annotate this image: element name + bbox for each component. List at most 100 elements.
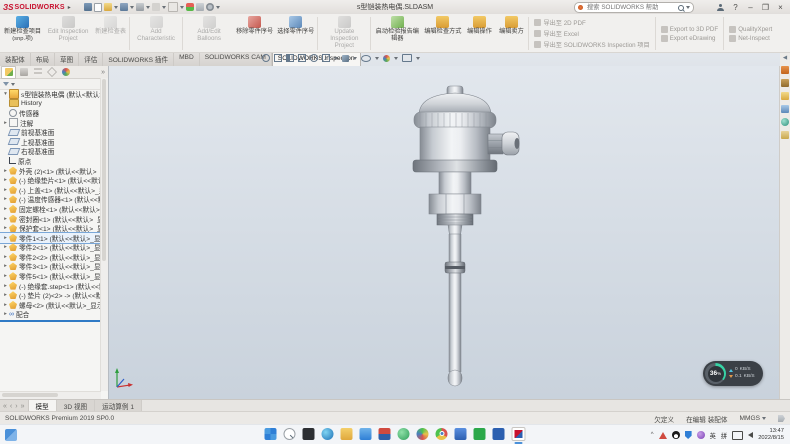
word-app-icon[interactable]	[493, 428, 505, 440]
explorer-slot[interactable]	[341, 428, 353, 443]
tray-expand-icon[interactable]: ^	[651, 432, 654, 438]
tree-vscroll-thumb[interactable]	[102, 79, 106, 261]
expander-icon[interactable]: ▸	[2, 283, 9, 289]
tree-item[interactable]: ▸(-) 上盖<1> (默认<<默认>_显示状	[0, 185, 101, 195]
tree-item-hovered[interactable]: ▸零件1<1> (默认<<默认>_显示状态	[0, 233, 101, 243]
tree-item[interactable]: ▸零件3<1> (默认<<默认>_显示状态	[0, 262, 101, 272]
tree-item[interactable]: ▸零件2<1> (默认<<默认>_显示状态	[0, 243, 101, 253]
tree-hscroll-thumb[interactable]	[2, 393, 58, 397]
home-icon[interactable]	[84, 3, 92, 11]
first-tab-icon[interactable]: «	[3, 403, 7, 410]
tree-vertical-scrollbar[interactable]	[100, 78, 108, 391]
chrome-slot[interactable]	[436, 428, 448, 443]
configuration-manager-tab[interactable]	[31, 67, 44, 78]
print-icon[interactable]	[136, 3, 144, 11]
tab-addins[interactable]: SOLIDWORKS 插件	[103, 52, 174, 66]
design-library-icon[interactable]	[781, 79, 789, 87]
thermocouple-model[interactable]	[108, 66, 780, 399]
view-settings-icon[interactable]	[402, 54, 412, 62]
tree-item[interactable]: ▸零件5<1> (默认<<默认>_显示状态	[0, 271, 101, 281]
help-button[interactable]: ?	[728, 1, 743, 14]
property-manager-tab[interactable]	[17, 67, 30, 78]
edit-operations-button[interactable]: 编辑操作	[463, 15, 495, 52]
expander-icon[interactable]: ▸	[2, 196, 9, 202]
root-expander-icon[interactable]: ▾	[2, 91, 9, 97]
edit-appearance-icon[interactable]	[383, 55, 390, 62]
tab-sketch[interactable]: 草图	[55, 52, 79, 66]
expander-icon[interactable]: ▸	[2, 302, 9, 308]
search-slot[interactable]	[284, 428, 296, 443]
display-style-icon[interactable]	[342, 55, 349, 62]
word-slot[interactable]	[493, 428, 505, 443]
tree-item[interactable]: ▸(-) 绝缘垫片<1> (默认<<默认>_显	[0, 175, 101, 185]
tree-item[interactable]: 右视基准面	[0, 147, 101, 157]
view-palette-icon[interactable]	[781, 105, 789, 113]
filter-caret-icon[interactable]	[11, 83, 15, 86]
tree-item-mates[interactable]: ▸∞配合	[0, 310, 101, 320]
tree-item[interactable]: ▸(-) 垫片 (2)<2> -> (默认<<默认>	[0, 290, 101, 300]
feature-tree-tab[interactable]	[1, 66, 16, 79]
prev-tab-icon[interactable]: ‹	[10, 403, 12, 410]
dimxpert-manager-tab[interactable]	[45, 67, 58, 78]
view-settings-caret-icon[interactable]	[416, 57, 420, 60]
expander-icon[interactable]: ▸	[2, 235, 9, 241]
section-view-icon[interactable]	[298, 54, 306, 62]
save-caret-icon[interactable]	[130, 6, 134, 9]
expander-icon[interactable]: ▸	[2, 311, 9, 317]
zoom-to-fit-icon[interactable]	[262, 54, 270, 62]
edge-slot[interactable]	[322, 428, 334, 443]
edit-inspection-methods-button[interactable]: 编辑检查方式	[422, 15, 463, 52]
rebuild-icon[interactable]	[186, 3, 194, 11]
appearances-icon[interactable]	[781, 118, 789, 126]
task-pane-collapse-icon[interactable]: ◀	[783, 55, 787, 61]
status-tag-icon[interactable]	[778, 415, 785, 422]
close-button[interactable]: ×	[773, 1, 788, 14]
language-indicator[interactable]: 英	[710, 431, 716, 440]
open-icon[interactable]	[104, 3, 112, 11]
tree-item[interactable]: 原点	[0, 156, 101, 166]
save-icon[interactable]	[120, 3, 128, 11]
remote-app-icon[interactable]	[455, 428, 467, 440]
tree-item[interactable]: ▸保护套<1> (默认<<默认>_显示状	[0, 223, 101, 233]
custom-properties-icon[interactable]	[781, 131, 789, 139]
expander-icon[interactable]: ▸	[2, 273, 9, 279]
status-units[interactable]: MMGS	[739, 415, 766, 422]
tree-item[interactable]: ▸(-) 绝缘套.step<1> (默认<<默认>	[0, 281, 101, 291]
speaker-icon[interactable]	[748, 432, 753, 438]
new-document-icon[interactable]	[94, 3, 102, 12]
solidworks-resources-icon[interactable]	[781, 66, 789, 74]
restore-button[interactable]: ❐	[758, 1, 773, 14]
panel-tabs-overflow-icon[interactable]: »	[101, 69, 107, 76]
expander-icon[interactable]: ▸	[2, 187, 9, 193]
display-tray-icon[interactable]	[732, 431, 743, 440]
file-properties-icon[interactable]	[196, 3, 204, 11]
select-caret-icon[interactable]	[180, 6, 184, 9]
green-app-icon[interactable]	[398, 428, 410, 440]
select-tool-icon[interactable]	[168, 2, 178, 12]
start-button-icon[interactable]	[265, 428, 277, 440]
tree-item[interactable]: 前视基准面	[0, 127, 101, 137]
monapp-slot[interactable]	[455, 428, 467, 443]
expander-icon[interactable]: ▸	[2, 216, 9, 222]
edge-browser-icon[interactable]	[322, 428, 334, 440]
minimize-button[interactable]: –	[743, 1, 758, 14]
next-tab-icon[interactable]: ›	[15, 403, 17, 410]
expander-icon[interactable]: ▸	[2, 168, 9, 174]
chrome-icon[interactable]	[436, 428, 448, 440]
solidworks-slot[interactable]	[512, 427, 526, 444]
new-inspection-project-button[interactable]: 新建检查项目 (snp.项)	[2, 15, 43, 52]
network-speed-gauge[interactable]: 36% 0 KB/S 0.1 KB/S	[703, 361, 763, 386]
tree-item[interactable]: ▸螺母<2> (默认<<默认>_显示状态	[0, 300, 101, 310]
tab-mbd[interactable]: MBD	[174, 52, 200, 66]
last-tab-icon[interactable]: »	[21, 403, 25, 410]
hide-show-caret-icon[interactable]	[375, 57, 379, 60]
units-caret-icon[interactable]	[762, 417, 766, 420]
qq-tray-icon[interactable]	[672, 431, 680, 439]
expander-icon[interactable]: ▸	[2, 225, 9, 231]
expander-icon[interactable]: ▸	[2, 292, 9, 298]
tree-item[interactable]: 上视基准面	[0, 137, 101, 147]
task-view-icon[interactable]	[303, 428, 315, 440]
tree-root[interactable]: ▾ s型铠装热电偶 (默认<默认>_显示状态-1	[0, 89, 101, 99]
expander-icon[interactable]: ▸	[2, 254, 9, 260]
remove-balloons-button[interactable]: 移除零件序号	[234, 15, 275, 52]
